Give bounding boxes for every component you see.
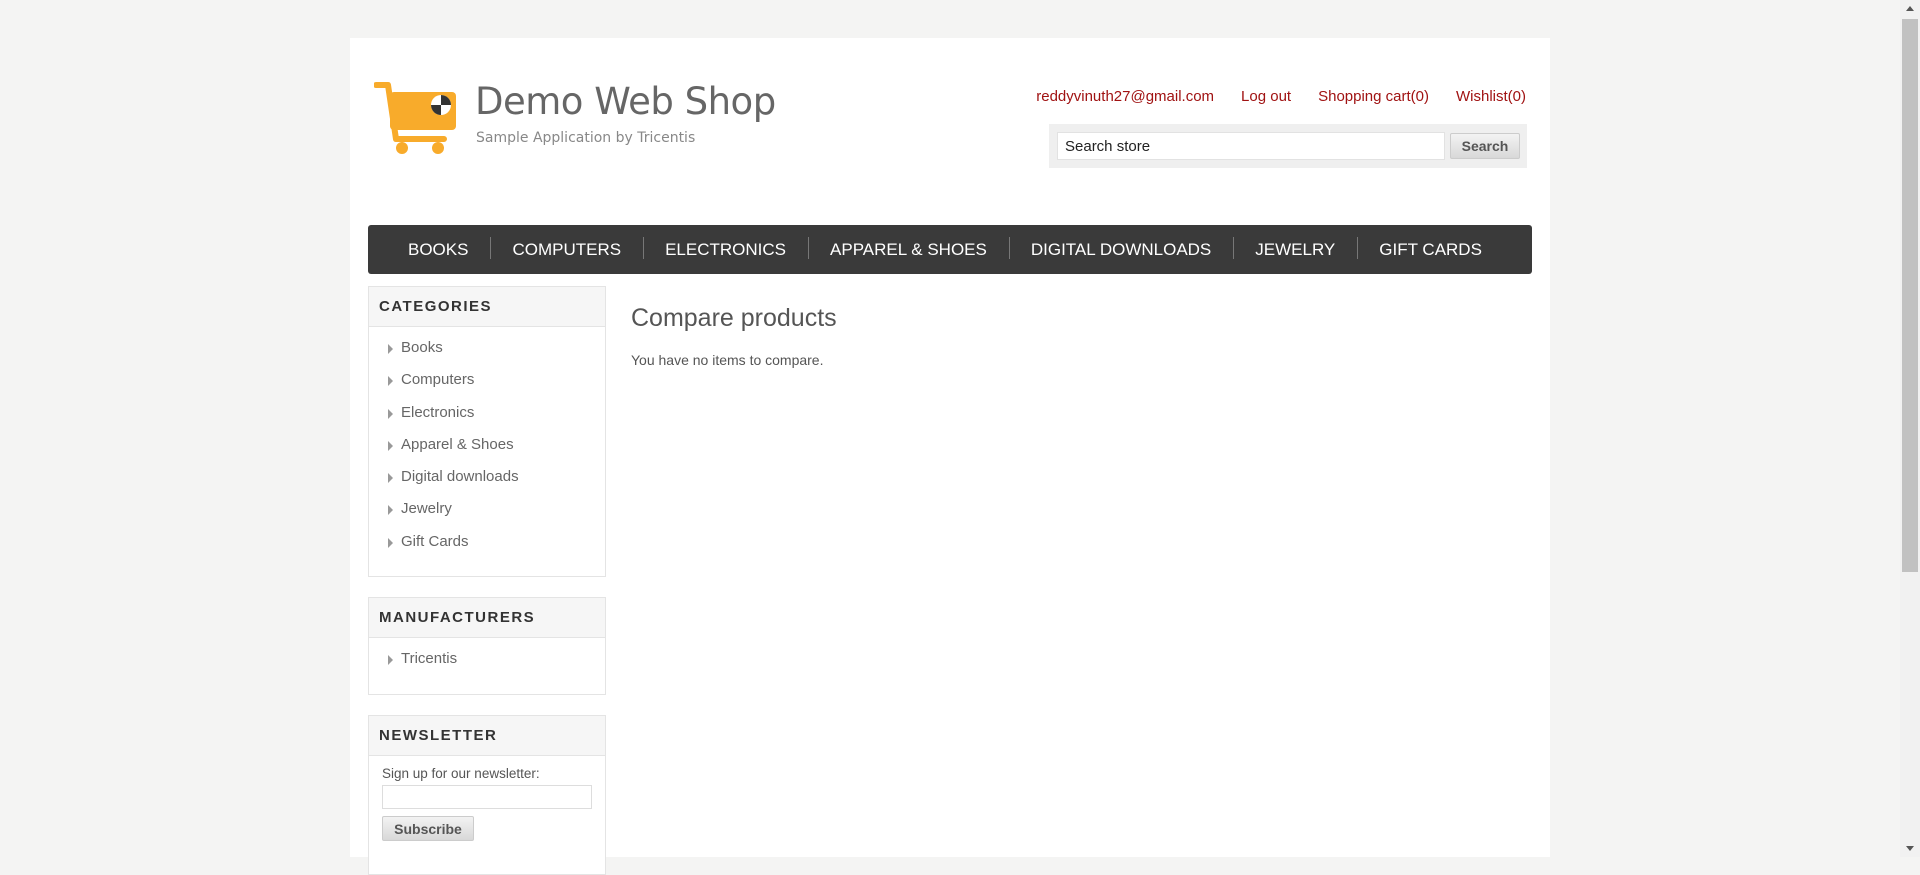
menu-item-electronics[interactable]: ELECTRONICS [643, 236, 808, 260]
category-item-jewelry[interactable]: Jewelry [369, 496, 605, 528]
menu-item-apparel-shoes[interactable]: APPAREL & SHOES [808, 236, 1009, 260]
scroll-up-arrow-icon[interactable] [1900, 0, 1920, 17]
category-item-electronics[interactable]: Electronics [369, 400, 605, 432]
arrow-right-icon [388, 537, 393, 548]
category-label: Electronics [401, 403, 475, 421]
search-box: Search [1049, 124, 1527, 168]
arrow-right-icon [388, 473, 393, 484]
logo-cart-icon[interactable] [373, 82, 460, 161]
categories-list: Books Computers Electronics Apparel & Sh… [369, 327, 605, 561]
arrow-right-icon [388, 376, 393, 387]
manufacturer-label: Tricentis [401, 650, 458, 667]
manufacturers-title: MANUFACTURERS [369, 598, 605, 638]
category-label: Computers [401, 371, 475, 389]
empty-compare-message: You have no items to compare. [631, 352, 824, 368]
page-container: Demo Web Shop Sample Application by Tric… [350, 38, 1550, 875]
menu-item-books[interactable]: BOOKS [386, 240, 490, 260]
logo-subtitle: Sample Application by Tricentis [476, 130, 696, 146]
category-label: Gift Cards [401, 532, 469, 550]
account-link[interactable]: reddyvinuth27@gmail.com [1036, 88, 1214, 105]
scrollbar-thumb[interactable] [1902, 19, 1918, 572]
newsletter-title: NEWSLETTER [369, 716, 605, 756]
categories-block: CATEGORIES Books Computers Electronics A… [368, 286, 606, 577]
manufacturers-list: Tricentis [369, 638, 605, 678]
arrow-right-icon [388, 440, 393, 451]
search-button[interactable]: Search [1450, 133, 1520, 159]
category-item-digital-downloads[interactable]: Digital downloads [369, 464, 605, 496]
subscribe-button[interactable]: Subscribe [382, 816, 474, 841]
scroll-down-arrow-icon[interactable] [1900, 840, 1920, 857]
shopping-cart-link[interactable]: Shopping cart(0) [1318, 88, 1429, 105]
arrow-right-icon [388, 408, 393, 419]
logo-title[interactable]: Demo Web Shop [475, 80, 776, 123]
newsletter-label: Sign up for our newsletter: [382, 766, 540, 781]
category-label: Books [401, 339, 443, 356]
category-label: Jewelry [401, 500, 452, 518]
category-item-gift-cards[interactable]: Gift Cards [369, 529, 605, 561]
newsletter-email-input[interactable] [382, 785, 592, 809]
top-menu: BOOKS COMPUTERS ELECTRONICS APPAREL & SH… [368, 225, 1532, 274]
page-title: Compare products [631, 304, 837, 332]
menu-item-computers[interactable]: COMPUTERS [490, 236, 643, 260]
page-scrollbar[interactable] [1900, 0, 1920, 857]
manufacturer-item-tricentis[interactable]: Tricentis [369, 646, 605, 678]
menu-item-gift-cards[interactable]: GIFT CARDS [1357, 236, 1504, 260]
arrow-right-icon [388, 655, 393, 665]
manufacturers-block: MANUFACTURERS Tricentis [368, 597, 606, 695]
category-item-computers[interactable]: Computers [369, 367, 605, 399]
newsletter-block: NEWSLETTER Sign up for our newsletter: S… [368, 715, 606, 875]
wishlist-link[interactable]: Wishlist(0) [1456, 88, 1526, 105]
arrow-right-icon [388, 344, 393, 354]
category-item-apparel-shoes[interactable]: Apparel & Shoes [369, 432, 605, 464]
categories-title: CATEGORIES [369, 287, 605, 327]
menu-item-digital-downloads[interactable]: DIGITAL DOWNLOADS [1008, 236, 1233, 260]
header-links: reddyvinuth27@gmail.com Log out Shopping… [1036, 88, 1526, 105]
category-label: Digital downloads [401, 468, 519, 486]
search-input[interactable] [1057, 132, 1445, 160]
category-label: Apparel & Shoes [401, 435, 514, 453]
logout-link[interactable]: Log out [1241, 88, 1291, 105]
category-item-books[interactable]: Books [369, 335, 605, 367]
arrow-right-icon [388, 505, 393, 516]
menu-item-jewelry[interactable]: JEWELRY [1233, 236, 1357, 260]
